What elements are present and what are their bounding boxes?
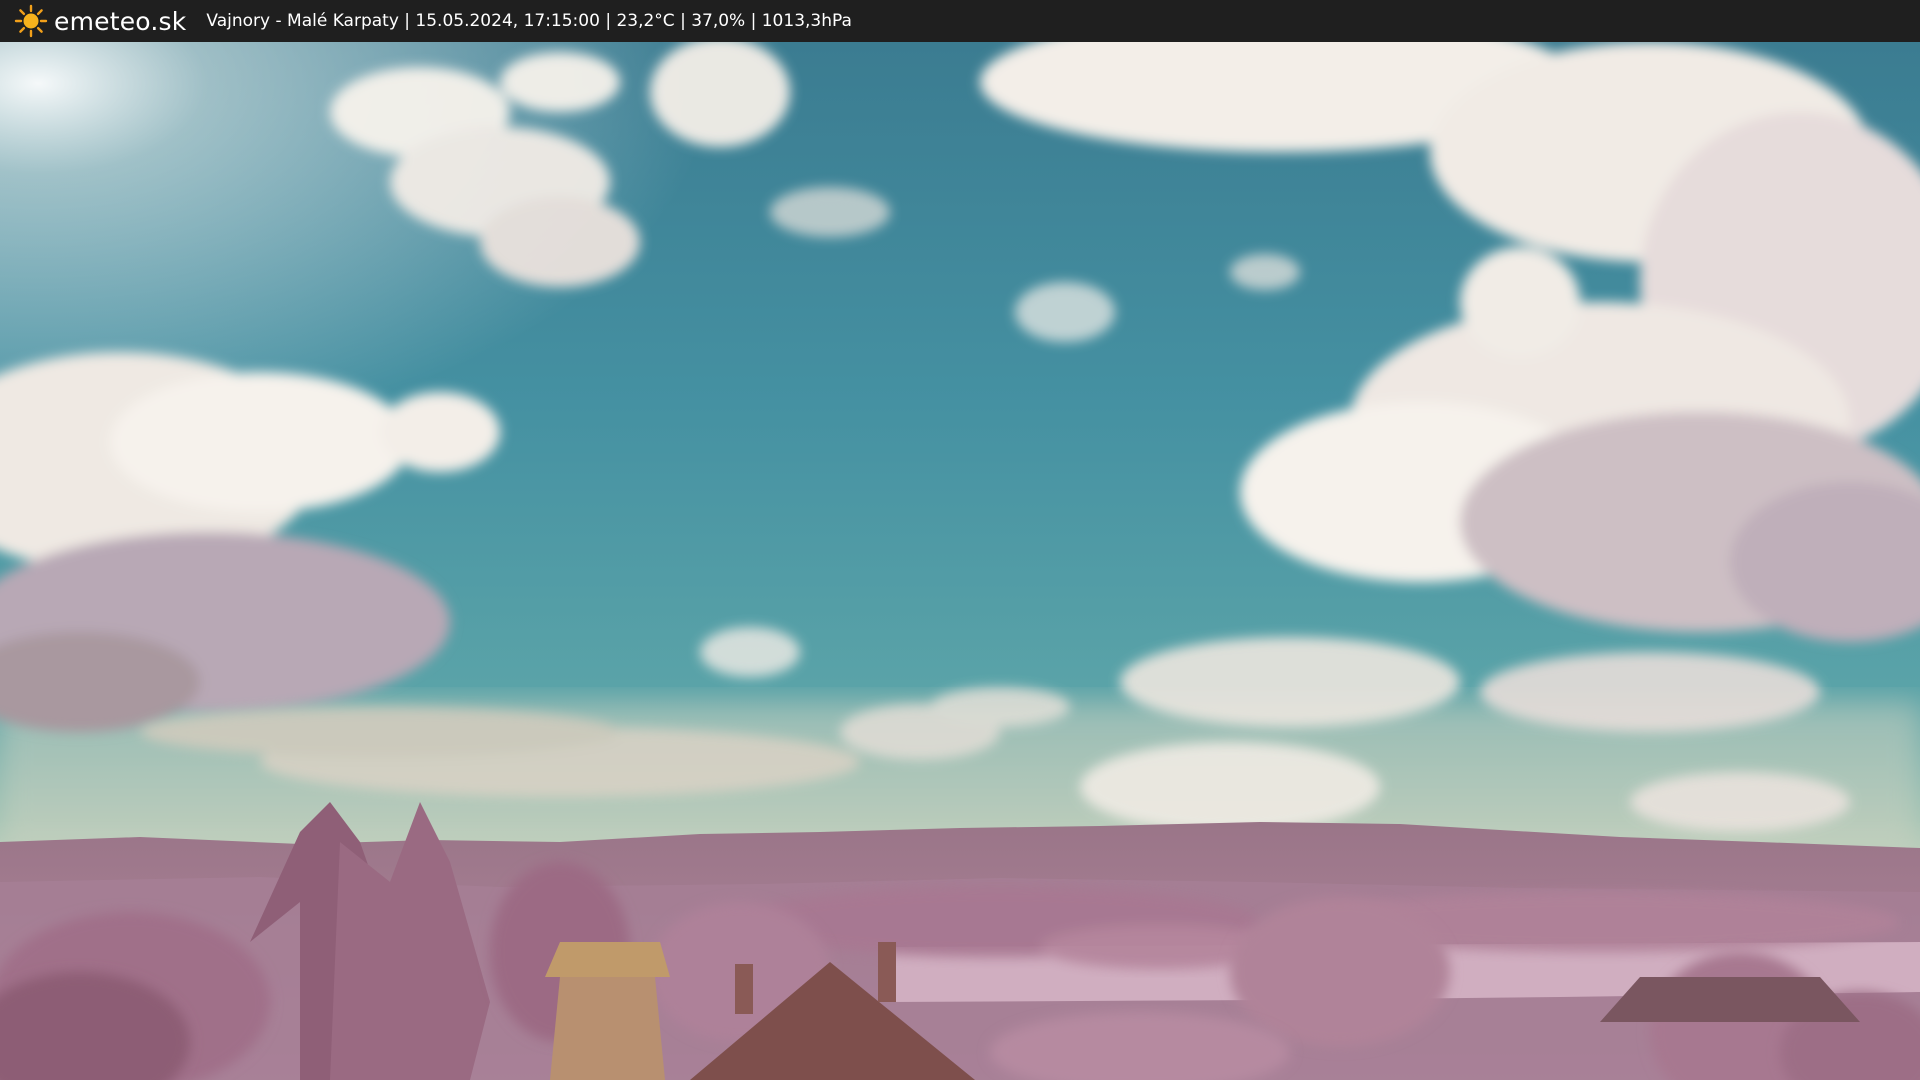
webcam-frame: emeteo.sk Vajnory - Malé Karpaty | 15.05… [0,0,1920,1080]
webcam-image [0,42,1920,1080]
webcam-caption: Vajnory - Malé Karpaty | 15.05.2024, 17:… [206,11,852,31]
top-bar: emeteo.sk Vajnory - Malé Karpaty | 15.05… [0,0,1920,42]
sun-icon [14,4,48,38]
logo[interactable]: emeteo.sk [14,0,186,42]
brand-name: emeteo.sk [54,6,187,36]
landscape-scene [0,42,1920,1080]
